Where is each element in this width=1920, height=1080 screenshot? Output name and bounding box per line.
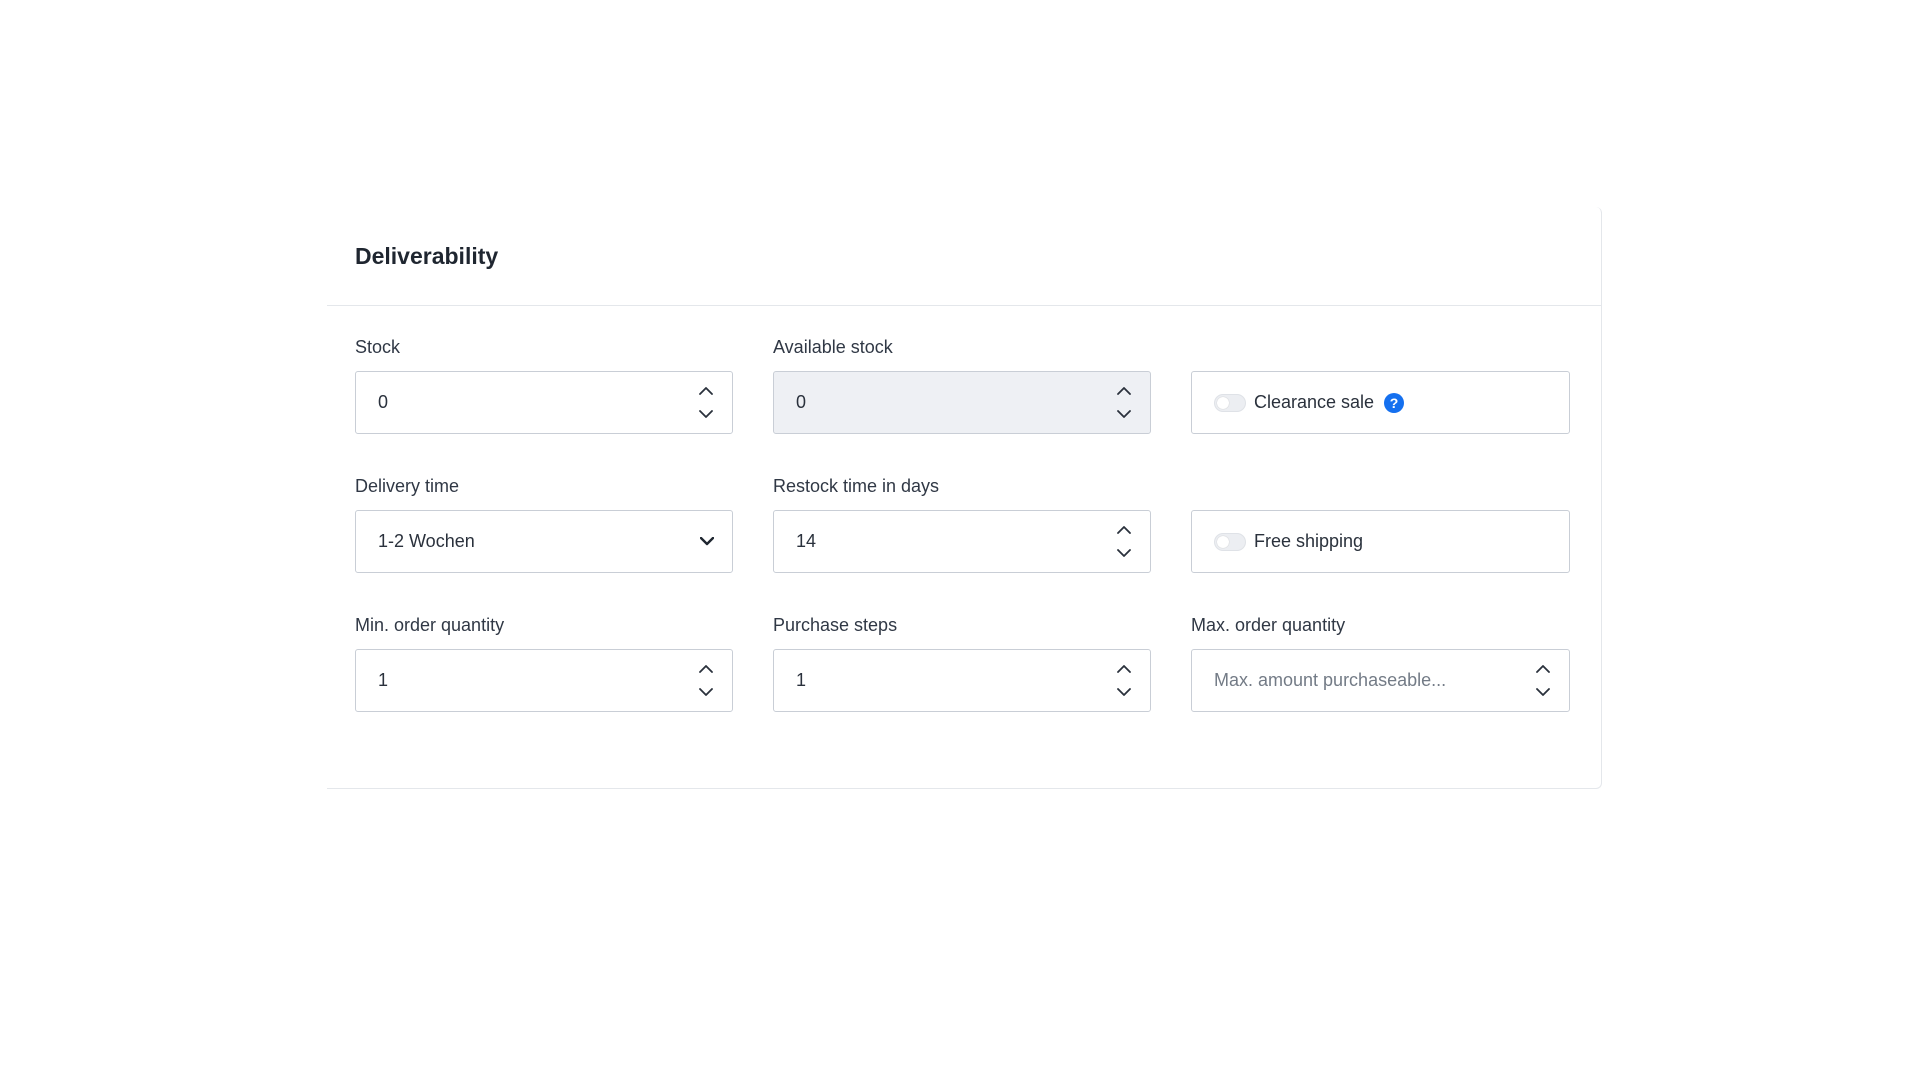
form-row-2: Delivery time 1-2 Wochen Restock time in… (355, 475, 1570, 614)
purchase-steps-label: Purchase steps (773, 615, 898, 635)
card-title: Deliverability (355, 242, 499, 269)
chevron-down-icon[interactable] (1533, 685, 1553, 701)
clearance-sale-toggle[interactable] (1214, 393, 1246, 412)
available-stock-stepper (1112, 379, 1136, 427)
stock-value: 0 (378, 392, 389, 412)
free-shipping-switch-box: Free shipping (1191, 510, 1570, 573)
restock-time-input[interactable]: 14 (773, 510, 1151, 573)
available-stock-field: Available stock 0 (773, 336, 1151, 475)
min-order-quantity-value: 1 (378, 670, 389, 690)
restock-time-stepper (1112, 518, 1136, 566)
delivery-time-label: Delivery time (355, 476, 460, 496)
max-order-quantity-stepper (1531, 657, 1555, 705)
stock-label: Stock (355, 337, 401, 357)
delivery-time-select[interactable]: 1-2 Wochen (355, 510, 733, 573)
chevron-down-icon (696, 531, 718, 553)
max-order-quantity-placeholder: Max. amount purchaseable... (1214, 670, 1447, 690)
purchase-steps-stepper (1112, 657, 1136, 705)
restock-time-label: Restock time in days (773, 476, 940, 496)
max-order-quantity-field: Max. order quantity Max. amount purchase… (1191, 614, 1570, 753)
chevron-down-icon[interactable] (696, 685, 716, 701)
chevron-up-icon[interactable] (1533, 661, 1553, 677)
chevron-up-icon[interactable] (696, 383, 716, 399)
clearance-sale-label[interactable]: Clearance sale (1254, 392, 1374, 413)
chevron-up-icon (1114, 383, 1134, 399)
max-order-quantity-label: Max. order quantity (1191, 615, 1346, 635)
min-order-quantity-stepper (694, 657, 718, 705)
stock-input[interactable]: 0 (355, 371, 733, 434)
purchase-steps-input[interactable]: 1 (773, 649, 1151, 712)
chevron-down-icon[interactable] (1114, 546, 1134, 562)
min-order-quantity-label: Min. order quantity (355, 615, 505, 635)
min-order-quantity-input[interactable]: 1 (355, 649, 733, 712)
delivery-time-field: Delivery time 1-2 Wochen (355, 475, 733, 614)
available-stock-label: Available stock (773, 337, 893, 357)
delivery-time-value: 1-2 Wochen (378, 531, 475, 551)
max-order-quantity-input[interactable]: Max. amount purchaseable... (1191, 649, 1570, 712)
free-shipping-field: Free shipping (1191, 475, 1570, 614)
chevron-up-icon[interactable] (1114, 522, 1134, 538)
question-circle-icon[interactable]: ? (1384, 392, 1405, 413)
purchase-steps-value: 1 (796, 670, 807, 690)
chevron-up-icon[interactable] (696, 661, 716, 677)
clearance-sale-field: Clearance sale ? (1191, 336, 1570, 475)
min-order-quantity-field: Min. order quantity 1 (355, 614, 733, 753)
available-stock-value: 0 (796, 392, 807, 412)
stock-field: Stock 0 (355, 336, 733, 475)
deliverability-card: Deliverability Stock 0 Available stock 0… (327, 207, 1602, 789)
stock-stepper (694, 379, 718, 427)
purchase-steps-field: Purchase steps 1 (773, 614, 1151, 753)
deliverability-form: Stock 0 Available stock 0 Clearance sale… (355, 336, 1570, 753)
form-row-1: Stock 0 Available stock 0 Clearance sale… (355, 336, 1570, 475)
chevron-down-icon (1114, 407, 1134, 423)
chevron-up-icon[interactable] (1114, 661, 1134, 677)
free-shipping-toggle[interactable] (1214, 532, 1246, 551)
chevron-down-icon[interactable] (1114, 685, 1134, 701)
restock-time-value: 14 (796, 531, 817, 551)
chevron-down-icon[interactable] (696, 407, 716, 423)
card-header: Deliverability (327, 207, 1601, 306)
free-shipping-label[interactable]: Free shipping (1254, 531, 1363, 552)
restock-time-field: Restock time in days 14 (773, 475, 1151, 614)
available-stock-input: 0 (773, 371, 1151, 434)
form-row-3: Min. order quantity 1 Purchase steps 1 M… (355, 614, 1570, 753)
clearance-sale-switch-box: Clearance sale ? (1191, 371, 1570, 434)
